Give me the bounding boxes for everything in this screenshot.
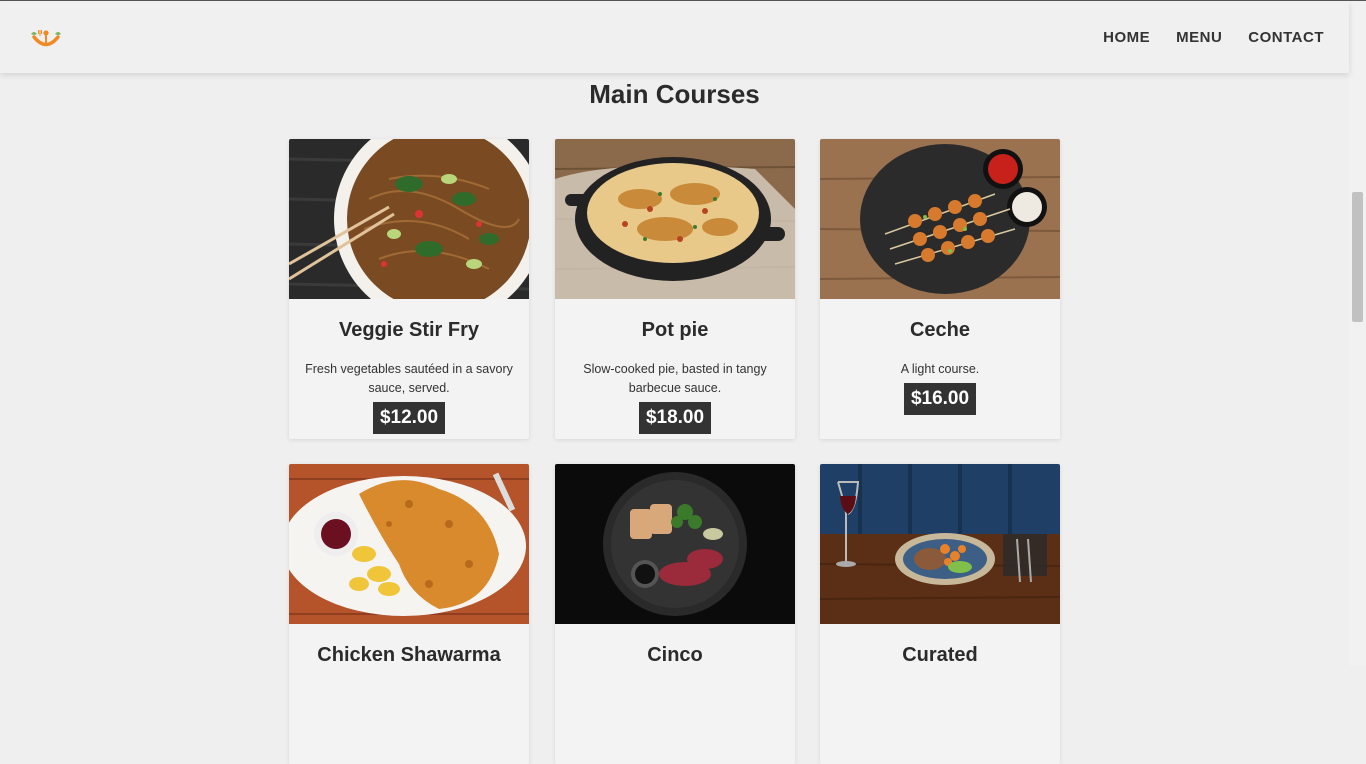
price-badge: $12.00 (372, 402, 446, 434)
site-header: HOME MENU CONTACT (0, 1, 1349, 73)
page-scrollbar[interactable] (1349, 1, 1366, 666)
price-badge: $18.00 (638, 402, 712, 434)
curated-image (820, 464, 1060, 624)
card-description: A light course. (900, 362, 980, 376)
nav-contact-link[interactable]: CONTACT (1248, 29, 1324, 46)
menu-card[interactable]: Cinco (555, 464, 795, 764)
restaurant-logo-icon[interactable] (28, 26, 64, 50)
menu-card[interactable]: Veggie Stir Fry Fresh vegetables sautéed… (289, 139, 529, 439)
menu-card[interactable]: Pot pie Slow-cooked pie, basted in tangy… (555, 139, 795, 439)
card-title: Ceche (909, 319, 971, 341)
ceche-image (820, 139, 1060, 299)
card-title: Veggie Stir Fry (338, 319, 480, 341)
card-title: Pot pie (641, 319, 709, 341)
price-badge: $16.00 (903, 383, 977, 415)
card-title: Cinco (647, 644, 703, 666)
veggie-stir-fry-image (289, 139, 529, 299)
chicken-shawarma-image (289, 464, 529, 624)
main-nav: HOME MENU CONTACT (1077, 1, 1324, 73)
scrollbar-thumb[interactable] (1352, 192, 1363, 322)
menu-card[interactable]: Ceche A light course. $16.00 (820, 139, 1060, 439)
cinco-image (555, 464, 795, 624)
card-title: Chicken Shawarma (317, 644, 501, 666)
page-title: Main Courses (589, 79, 760, 109)
menu-card[interactable]: Chicken Shawarma (289, 464, 529, 764)
card-description: Slow-cooked pie, basted in tangy barbecu… (583, 362, 767, 395)
card-description: Fresh vegetables sautéed in a savory sau… (305, 362, 513, 395)
nav-home-link[interactable]: HOME (1103, 29, 1150, 46)
nav-menu-link[interactable]: MENU (1176, 29, 1222, 46)
card-title: Curated (902, 644, 978, 666)
pot-pie-image (555, 139, 795, 299)
menu-card[interactable]: Curated (820, 464, 1060, 764)
